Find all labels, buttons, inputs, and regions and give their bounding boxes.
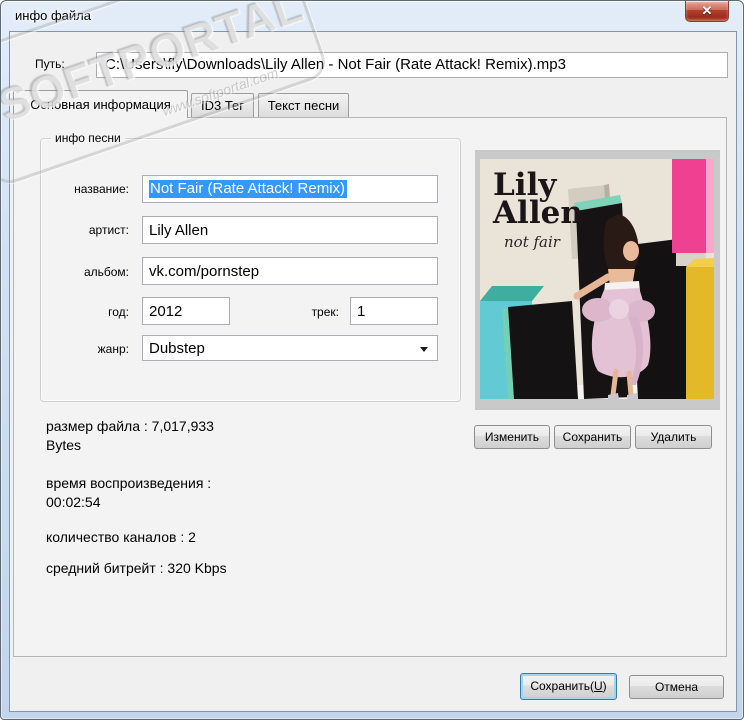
track-field[interactable] bbox=[350, 297, 438, 325]
genre-dropdown[interactable]: Dubstep bbox=[142, 335, 438, 361]
artist-field[interactable] bbox=[142, 216, 438, 244]
genre-selected-value: Dubstep bbox=[149, 339, 205, 357]
genre-label: жанр: bbox=[97, 342, 129, 356]
cover-title-script: not fair bbox=[504, 233, 561, 251]
path-label: Путь: bbox=[35, 57, 65, 71]
tab-page-main-info: инфо песни название: артист: альбом: год… bbox=[13, 117, 727, 657]
save-button[interactable]: Сохранить(U) bbox=[520, 673, 617, 700]
file-size-text: размер файла : 7,017,933 Bytes bbox=[46, 418, 214, 453]
artist-label: артист: bbox=[88, 223, 129, 237]
titlebar[interactable]: инфо файла ✕ bbox=[1, 1, 743, 31]
close-icon: ✕ bbox=[701, 3, 713, 18]
path-input[interactable]: C:\Users\fly\Downloads\Lily Allen - Not … bbox=[96, 52, 728, 78]
tab-id3[interactable]: ID3 Тег bbox=[191, 93, 254, 118]
title-selected-text: Not Fair (Rate Attack! Remix) bbox=[149, 180, 348, 198]
play-time-text: время воспроизведения :00:02:54 bbox=[46, 475, 212, 510]
track-label: трек: bbox=[311, 305, 339, 319]
album-field[interactable] bbox=[142, 257, 438, 285]
close-button[interactable]: ✕ bbox=[685, 1, 729, 22]
chevron-down-icon bbox=[420, 347, 428, 352]
tab-lyrics[interactable]: Текст песни bbox=[258, 93, 349, 118]
delete-art-button[interactable]: Удалить bbox=[635, 425, 712, 449]
year-field[interactable] bbox=[142, 297, 230, 325]
dialog-client-area: Путь: C:\Users\fly\Downloads\Lily Allen … bbox=[9, 31, 737, 712]
cancel-button[interactable]: Отмена bbox=[629, 675, 724, 699]
edit-art-button[interactable]: Изменить bbox=[474, 425, 550, 449]
cover-artist-line2: Allen bbox=[492, 195, 583, 231]
year-label: год: bbox=[108, 305, 129, 319]
tab-main-info[interactable]: Основная информация bbox=[13, 90, 188, 118]
album-label: альбом: bbox=[83, 265, 129, 279]
bitrate-text: средний битрейт : 320 Kbps bbox=[46, 560, 227, 576]
album-art-box: Lily Allen not fair bbox=[475, 150, 720, 410]
dialog-window: инфо файла ✕ Путь: C:\Users\fly\Download… bbox=[0, 0, 744, 720]
channels-text: количество каналов : 2 bbox=[46, 529, 196, 545]
window-title: инфо файла bbox=[15, 8, 91, 23]
title-field[interactable]: Not Fair (Rate Attack! Remix) bbox=[142, 175, 438, 203]
save-art-button[interactable]: Сохранить bbox=[554, 425, 631, 449]
album-art: Lily Allen not fair bbox=[480, 159, 714, 399]
title-label: название: bbox=[74, 182, 129, 196]
song-info-legend: инфо песни bbox=[51, 131, 125, 145]
